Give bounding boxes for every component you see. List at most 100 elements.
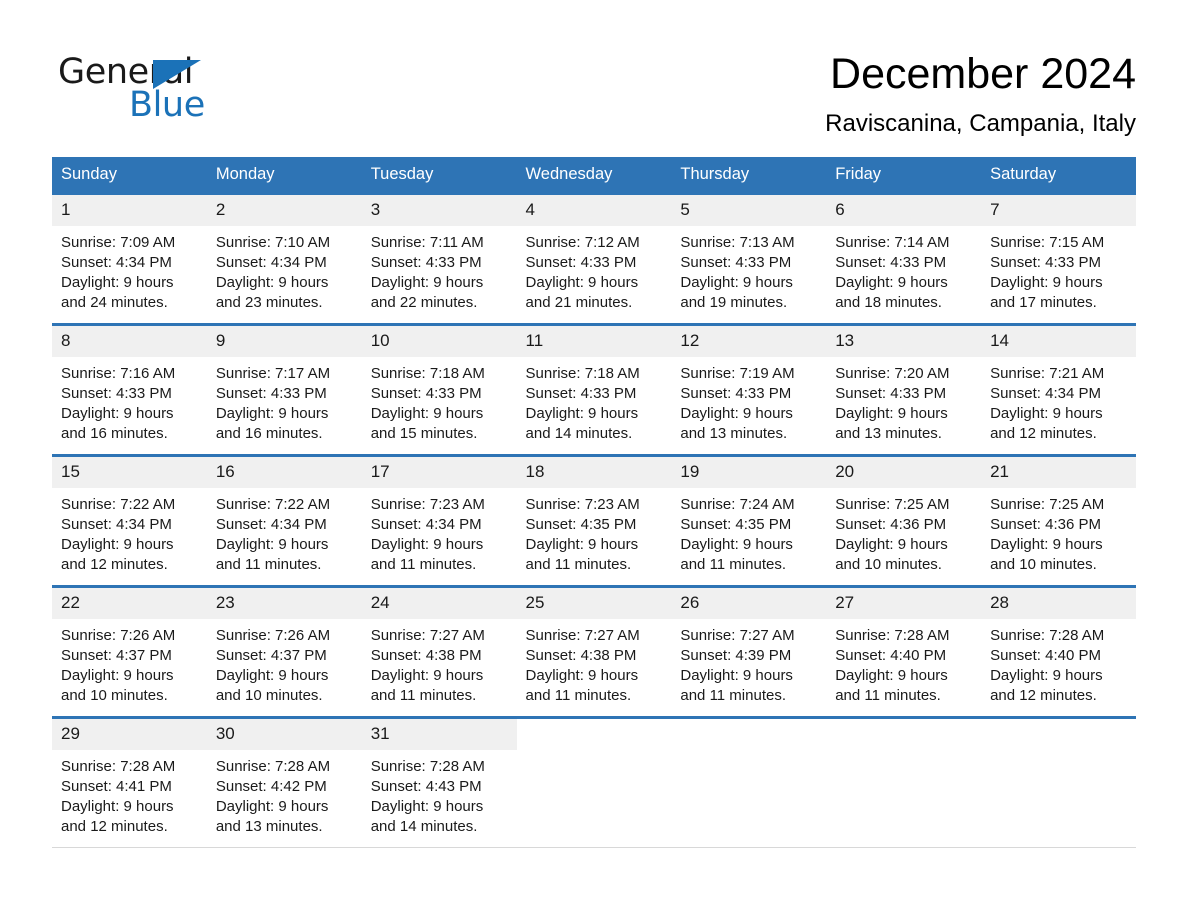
- day-number: 13: [826, 326, 982, 357]
- sunset-text: Sunset: 4:38 PM: [370, 647, 482, 664]
- day-details: Sunrise: 7:28 AM Sunset: 4:40 PM Daylight:…: [981, 619, 1136, 706]
- daylight-text-line2: and 11 minutes.: [525, 556, 632, 573]
- daylight-text-line1: Daylight: 9 hours: [835, 536, 948, 553]
- title-block: December 2024 Raviscanina, Campania, Ita…: [825, 48, 1136, 139]
- logo-word-blue: Blue: [129, 85, 205, 125]
- sunset-text: Sunset: 4:34 PM: [61, 516, 172, 533]
- daylight-text-line1: Daylight: 9 hours: [525, 667, 639, 684]
- sunrise-text: Sunrise: 7:28 AM: [990, 627, 1105, 644]
- calendar-week-row: 22 Sunrise: 7:26 AM Sunset: 4:37 PM Dayligh…: [52, 585, 1136, 718]
- day-details: Sunrise: 7:23 AM Sunset: 4:35 PM Daylight:…: [517, 488, 672, 575]
- daylight-text-line1: Daylight: 9 hours: [61, 536, 174, 553]
- sunrise-text: Sunrise: 7:23 AM: [370, 496, 485, 513]
- calendar-day-cell[interactable]: 3 Sunrise: 7:11 AM Sunset: 4:33 PM Daylight…: [361, 195, 517, 323]
- weekday-header-monday: Monday: [206, 157, 362, 194]
- daylight-text-line1: Daylight: 9 hours: [370, 274, 484, 291]
- sunrise-text: Sunrise: 7:27 AM: [525, 627, 640, 644]
- daylight-text-line1: Daylight: 9 hours: [525, 274, 639, 291]
- day-details: Sunrise: 7:10 AM Sunset: 4:34 PM Daylight:…: [207, 226, 362, 313]
- generalblue-logo[interactable]: General Blue: [58, 52, 318, 125]
- daylight-text-line2: and 16 minutes.: [215, 425, 323, 442]
- daylight-text-line2: and 24 minutes.: [61, 294, 168, 311]
- calendar-body: 1 Sunrise: 7:09 AM Sunset: 4:34 PM Daylight…: [52, 192, 1136, 848]
- daylight-text-line2: and 10 minutes.: [990, 556, 1097, 573]
- calendar-day-cell[interactable]: 30 Sunrise: 7:28 AM Sunset: 4:42 PM Dayligh…: [206, 719, 362, 847]
- sunset-text: Sunset: 4:33 PM: [370, 254, 482, 271]
- day-number: [516, 719, 672, 750]
- sunset-text: Sunset: 4:34 PM: [61, 254, 172, 271]
- day-details: Sunrise: 7:25 AM Sunset: 4:36 PM Daylight:…: [981, 488, 1136, 575]
- daylight-text-line2: and 11 minutes.: [835, 687, 941, 704]
- day-number: 21: [981, 457, 1136, 488]
- weekday-header-friday: Friday: [826, 157, 982, 194]
- calendar-day-cell[interactable]: 24 Sunrise: 7:27 AM Sunset: 4:38 PM Dayligh…: [361, 588, 517, 716]
- calendar-day-cell[interactable]: 25 Sunrise: 7:27 AM Sunset: 4:38 PM Dayligh…: [516, 588, 672, 716]
- daylight-text-line1: Daylight: 9 hours: [990, 536, 1103, 553]
- location-subtitle: Raviscanina, Campania, Italy: [825, 110, 1136, 137]
- sunrise-text: Sunrise: 7:26 AM: [215, 627, 331, 644]
- day-number: 2: [206, 195, 362, 226]
- page-header: General Blue December 2024 Raviscanina, …: [0, 0, 1188, 155]
- calendar-day-cell-empty: [826, 719, 982, 847]
- calendar-day-cell[interactable]: 28 Sunrise: 7:28 AM Sunset: 4:40 PM Dayligh…: [981, 588, 1136, 716]
- day-number: 20: [826, 457, 982, 488]
- sunset-text: Sunset: 4:34 PM: [215, 254, 327, 271]
- calendar-day-cell[interactable]: 15 Sunrise: 7:22 AM Sunset: 4:34 PM Dayligh…: [52, 457, 207, 585]
- sunrise-text: Sunrise: 7:28 AM: [61, 758, 176, 775]
- daylight-text-line2: and 11 minutes.: [680, 556, 786, 573]
- sunrise-text: Sunrise: 7:25 AM: [990, 496, 1105, 513]
- sunrise-text: Sunrise: 7:18 AM: [525, 365, 640, 382]
- calendar-day-cell[interactable]: 16 Sunrise: 7:22 AM Sunset: 4:34 PM Dayligh…: [206, 457, 362, 585]
- daylight-text-line2: and 15 minutes.: [370, 425, 478, 442]
- calendar-day-cell[interactable]: 17 Sunrise: 7:23 AM Sunset: 4:34 PM Dayligh…: [361, 457, 517, 585]
- calendar-day-cell[interactable]: 6 Sunrise: 7:14 AM Sunset: 4:33 PM Daylight…: [826, 195, 982, 323]
- calendar-day-cell-empty: [671, 719, 827, 847]
- calendar-day-cell[interactable]: 31 Sunrise: 7:28 AM Sunset: 4:43 PM Dayligh…: [361, 719, 517, 847]
- sunset-text: Sunset: 4:37 PM: [215, 647, 327, 664]
- day-number: 31: [361, 719, 517, 750]
- day-number: [981, 719, 1136, 750]
- sunset-text: Sunset: 4:33 PM: [61, 385, 172, 402]
- calendar-day-cell[interactable]: 10 Sunrise: 7:18 AM Sunset: 4:33 PM Dayligh…: [361, 326, 517, 454]
- sunrise-text: Sunrise: 7:20 AM: [835, 365, 950, 382]
- calendar-day-cell[interactable]: 9 Sunrise: 7:17 AM Sunset: 4:33 PM Daylight…: [206, 326, 362, 454]
- day-number: 19: [671, 457, 827, 488]
- calendar-day-cell[interactable]: 23 Sunrise: 7:26 AM Sunset: 4:37 PM Dayligh…: [206, 588, 362, 716]
- day-details: Sunrise: 7:28 AM Sunset: 4:43 PM Daylight:…: [362, 750, 517, 837]
- calendar-day-cell[interactable]: 29 Sunrise: 7:28 AM Sunset: 4:41 PM Dayligh…: [52, 719, 207, 847]
- daylight-text-line2: and 18 minutes.: [835, 294, 942, 311]
- calendar-day-cell[interactable]: 13 Sunrise: 7:20 AM Sunset: 4:33 PM Dayligh…: [826, 326, 982, 454]
- day-details: Sunrise: 7:14 AM Sunset: 4:33 PM Daylight:…: [826, 226, 981, 313]
- calendar-week-row: 1 Sunrise: 7:09 AM Sunset: 4:34 PM Daylight…: [52, 192, 1136, 325]
- calendar-day-cell[interactable]: 4 Sunrise: 7:12 AM Sunset: 4:33 PM Daylight…: [516, 195, 672, 323]
- day-number: [826, 719, 982, 750]
- day-number: 27: [826, 588, 982, 619]
- calendar-day-cell[interactable]: 12 Sunrise: 7:19 AM Sunset: 4:33 PM Dayligh…: [671, 326, 827, 454]
- day-details: Sunrise: 7:28 AM Sunset: 4:41 PM Daylight:…: [52, 750, 207, 837]
- day-details: Sunrise: 7:20 AM Sunset: 4:33 PM Daylight:…: [826, 357, 981, 444]
- day-number: 3: [361, 195, 517, 226]
- daylight-text-line2: and 12 minutes.: [990, 425, 1097, 442]
- calendar-day-cell[interactable]: 11 Sunrise: 7:18 AM Sunset: 4:33 PM Dayligh…: [516, 326, 672, 454]
- calendar-day-cell[interactable]: 27 Sunrise: 7:28 AM Sunset: 4:40 PM Dayligh…: [826, 588, 982, 716]
- sunrise-text: Sunrise: 7:21 AM: [990, 365, 1105, 382]
- calendar-day-cell[interactable]: 20 Sunrise: 7:25 AM Sunset: 4:36 PM Dayligh…: [826, 457, 982, 585]
- sunrise-text: Sunrise: 7:25 AM: [835, 496, 950, 513]
- calendar-day-cell[interactable]: 21 Sunrise: 7:25 AM Sunset: 4:36 PM Dayligh…: [981, 457, 1136, 585]
- day-number: 14: [981, 326, 1136, 357]
- calendar-day-cell[interactable]: 5 Sunrise: 7:13 AM Sunset: 4:33 PM Daylight…: [671, 195, 827, 323]
- calendar-day-cell[interactable]: 1 Sunrise: 7:09 AM Sunset: 4:34 PM Daylight…: [52, 195, 207, 323]
- calendar-day-cell[interactable]: 14 Sunrise: 7:21 AM Sunset: 4:34 PM Dayligh…: [981, 326, 1136, 454]
- calendar-day-cell[interactable]: 19 Sunrise: 7:24 AM Sunset: 4:35 PM Dayligh…: [671, 457, 827, 585]
- calendar-day-cell[interactable]: 26 Sunrise: 7:27 AM Sunset: 4:39 PM Dayligh…: [671, 588, 827, 716]
- sunset-text: Sunset: 4:36 PM: [835, 516, 947, 533]
- calendar-day-cell[interactable]: 2 Sunrise: 7:10 AM Sunset: 4:34 PM Daylight…: [206, 195, 362, 323]
- daylight-text-line1: Daylight: 9 hours: [835, 274, 948, 291]
- sunset-text: Sunset: 4:33 PM: [835, 385, 947, 402]
- calendar-day-cell[interactable]: 18 Sunrise: 7:23 AM Sunset: 4:35 PM Dayligh…: [516, 457, 672, 585]
- day-number: 17: [361, 457, 517, 488]
- calendar-day-cell[interactable]: 8 Sunrise: 7:16 AM Sunset: 4:33 PM Daylight…: [52, 326, 207, 454]
- calendar-day-cell[interactable]: 7 Sunrise: 7:15 AM Sunset: 4:33 PM Daylight…: [981, 195, 1136, 323]
- daylight-text-line2: and 10 minutes.: [835, 556, 942, 573]
- calendar-day-cell[interactable]: 22 Sunrise: 7:26 AM Sunset: 4:37 PM Dayligh…: [52, 588, 207, 716]
